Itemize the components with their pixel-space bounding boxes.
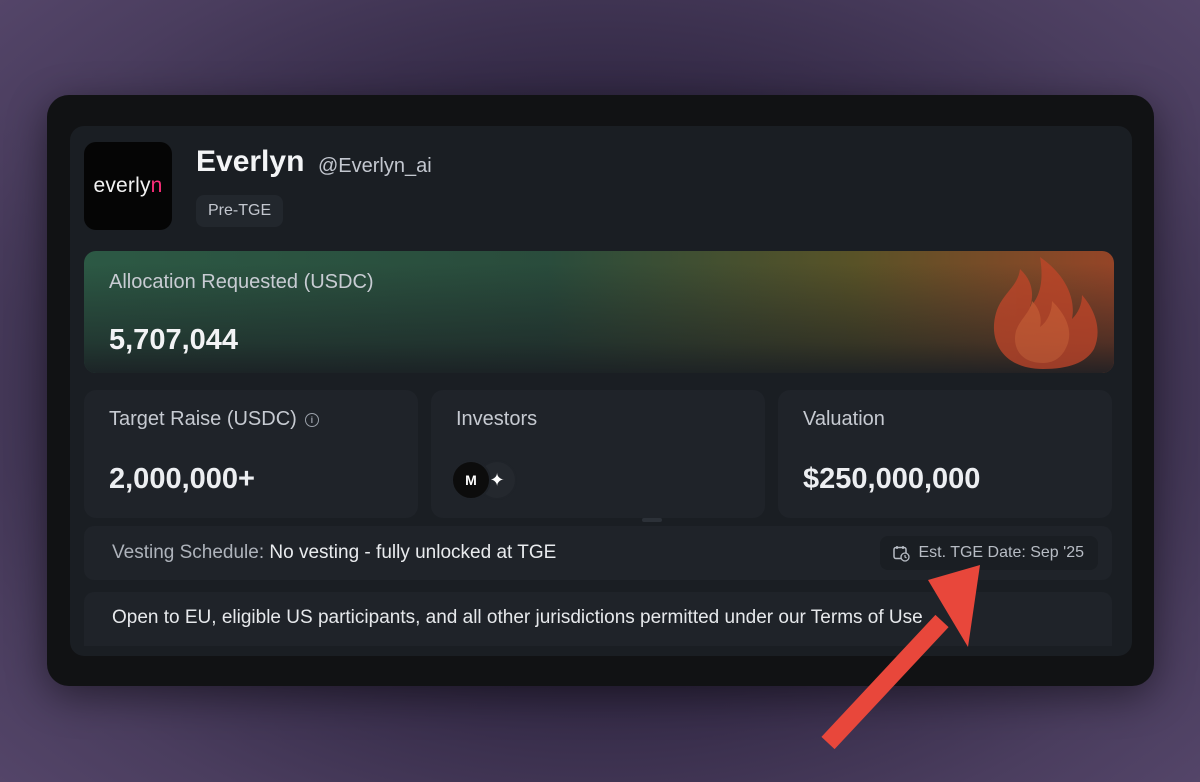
info-icon[interactable]: i — [304, 413, 319, 427]
vesting-label: Vesting Schedule: — [112, 542, 270, 563]
investor-avatars: M ✦ — [451, 460, 531, 500]
allocation-value: 5,707,044 — [109, 324, 239, 356]
project-logo: everly n — [84, 142, 172, 230]
calendar-icon — [893, 546, 911, 562]
logo-text: everly — [93, 174, 151, 197]
target-raise-label-text: Target Raise (USDC) — [109, 408, 297, 430]
vesting-text: Vesting Schedule: No vesting - fully unl… — [112, 542, 556, 564]
jurisdictions-text: Open to EU, eligible US participants, an… — [112, 607, 923, 628]
allocation-panel: Allocation Requested (USDC) 5,707,044 — [84, 251, 1114, 373]
logo-text-accent: n — [150, 174, 163, 197]
valuation-box: Valuation $250,000,000 — [778, 390, 1112, 518]
investor-avatar[interactable]: M — [451, 460, 491, 500]
target-raise-label: Target Raise (USDC) i — [109, 408, 319, 431]
target-raise-box: Target Raise (USDC) i 2,000,000+ — [84, 390, 418, 518]
valuation-label: Valuation — [803, 408, 885, 430]
target-raise-value: 2,000,000+ — [109, 463, 255, 495]
tge-date-pill: Est. TGE Date: Sep '25 — [880, 536, 1098, 570]
vesting-value: No vesting - fully unlocked at TGE — [269, 542, 557, 563]
status-badge: Pre-TGE — [196, 195, 284, 227]
tge-date-text: Est. TGE Date: Sep '25 — [918, 544, 1084, 561]
valuation-value: $250,000,000 — [803, 463, 981, 495]
project-name[interactable]: Everlyn — [196, 145, 304, 179]
annotation-arrow-icon — [821, 565, 980, 750]
investors-label: Investors — [456, 408, 538, 430]
flame-icon — [993, 257, 1098, 369]
scroll-indicator[interactable] — [642, 518, 662, 522]
project-handle[interactable]: @Everlyn_ai — [318, 155, 432, 178]
investors-box: Investors M ✦ — [431, 390, 765, 518]
allocation-label: Allocation Requested (USDC) — [109, 271, 374, 293]
